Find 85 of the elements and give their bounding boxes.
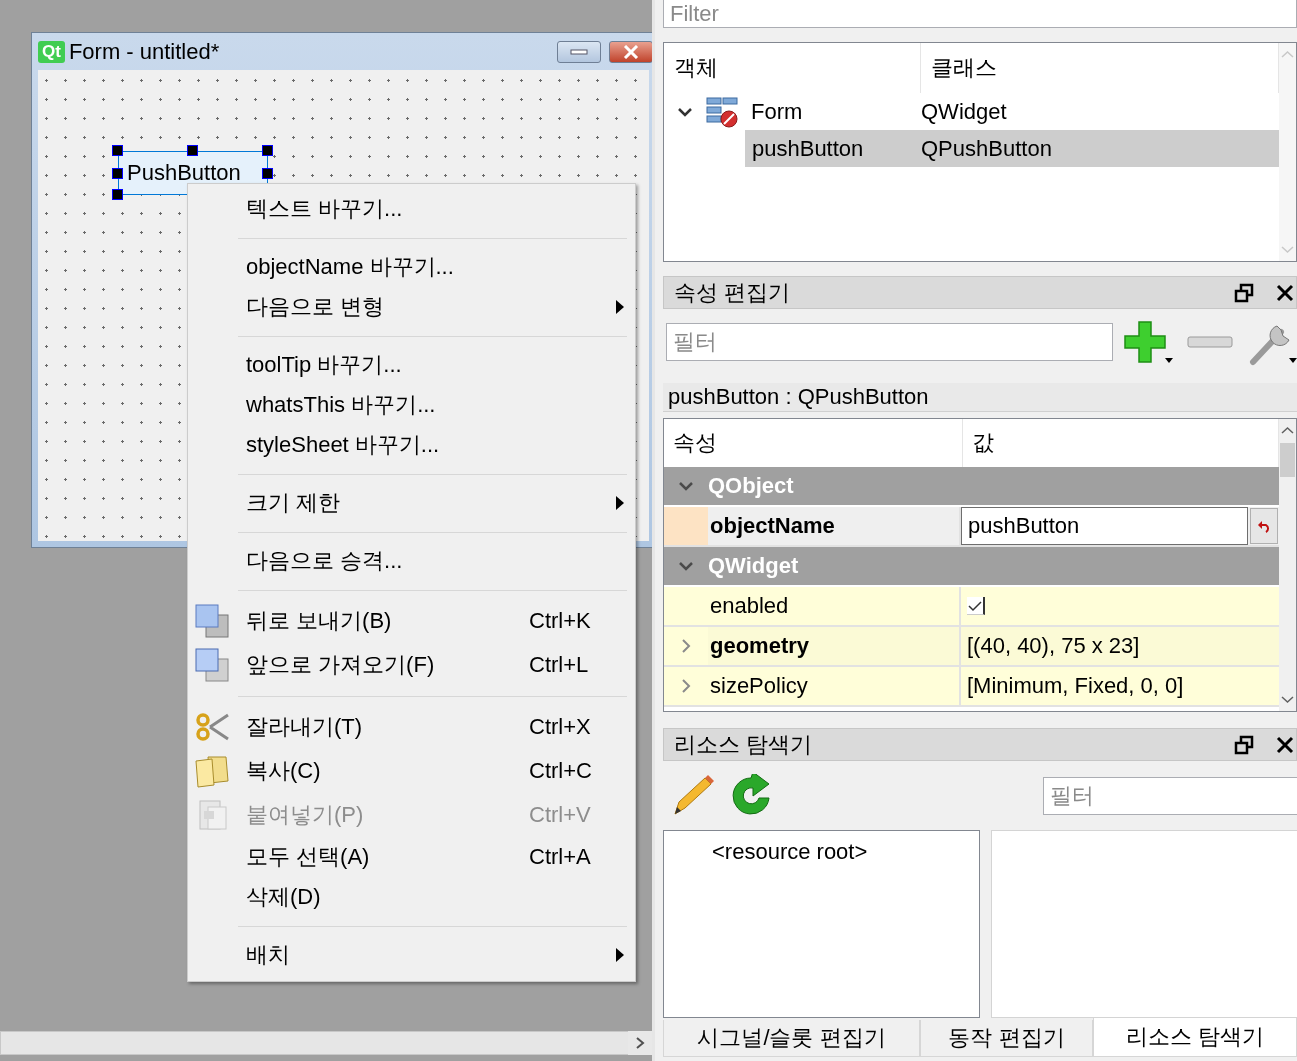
group-name: QObject (708, 473, 794, 499)
resize-handle[interactable] (262, 145, 273, 156)
tree-row[interactable]: Form QWidget (664, 93, 1279, 130)
shortcut-label: Ctrl+V (529, 802, 591, 827)
property-row[interactable]: enabled (664, 587, 1279, 627)
property-value: [(40, 40), 75 x 23] (967, 633, 1140, 659)
menu-item[interactable]: 뒤로 보내기(B) Ctrl+K (188, 599, 635, 643)
shortcut-label: Ctrl+L (529, 652, 589, 677)
property-name: geometry (710, 633, 810, 659)
menu-item[interactable]: 복사(C) Ctrl+C (188, 749, 635, 793)
close-icon[interactable] (1276, 735, 1294, 754)
menu-item[interactable]: objectName 바꾸기... (188, 247, 635, 287)
remove-icon[interactable] (1187, 334, 1233, 350)
object-name: pushButton (752, 135, 864, 162)
minimize-icon (570, 48, 588, 55)
copy-icon (194, 753, 230, 789)
float-icon[interactable] (1234, 734, 1254, 755)
menu-item[interactable]: 앞으로 가져오기(F) Ctrl+L (188, 643, 635, 687)
property-value: [Minimum, Fixed, 0, 0] (967, 673, 1184, 699)
submenu-arrow-icon (615, 495, 625, 511)
vertical-scrollbar[interactable] (1279, 419, 1296, 711)
property-name: objectName (710, 513, 835, 539)
class-name: QWidget (921, 98, 1007, 125)
app-logo: Qt (38, 40, 65, 63)
filter-field[interactable]: 필터 (1043, 776, 1297, 815)
class-name: QPushButton (921, 135, 1052, 162)
shortcut-label: Ctrl+X (529, 714, 591, 739)
shortcut-label: Ctrl+K (529, 608, 591, 633)
filter-field[interactable]: Filter (663, 0, 1297, 28)
menu-item[interactable]: styleSheet 바꾸기... (188, 425, 635, 465)
window-title: Form - untitled* (68, 38, 221, 65)
chevron-up-icon[interactable] (1279, 425, 1296, 435)
property-row[interactable]: objectName pushButton (664, 507, 1279, 547)
shortcut-label: Ctrl+A (529, 844, 591, 869)
resize-handle[interactable] (262, 168, 273, 179)
resize-handle[interactable] (112, 189, 123, 200)
menu-item[interactable]: 잘라내기(T) Ctrl+X (188, 705, 635, 749)
tree-row[interactable]: pushButton QPushButton (745, 130, 1279, 167)
close-icon (623, 44, 639, 59)
column-header[interactable]: 객체 (664, 43, 921, 93)
horizontal-scrollbar[interactable] (0, 1031, 628, 1055)
minimize-button[interactable] (557, 40, 601, 63)
property-name: sizePolicy (710, 673, 808, 699)
close-icon[interactable] (1276, 283, 1294, 302)
tab[interactable]: 리소스 탐색기 (1093, 1018, 1297, 1057)
property-row[interactable]: geometry [(40, 40), 75 x 23] (664, 627, 1279, 667)
object-name: Form (751, 98, 803, 125)
property-row[interactable]: sizePolicy [Minimum, Fixed, 0, 0] (664, 667, 1279, 707)
form-icon (705, 94, 739, 129)
tab[interactable]: 시그널/슬롯 편집기 (663, 1020, 920, 1057)
check-icon (968, 599, 982, 612)
menu-item[interactable]: toolTip 바꾸기... (188, 345, 635, 385)
submenu-arrow-icon (615, 299, 625, 315)
submenu-arrow-icon (615, 947, 625, 963)
dock-title: 속성 편집기 (674, 278, 792, 307)
tree-item[interactable]: <resource root> (712, 839, 868, 864)
scrollbar-thumb[interactable] (1280, 443, 1295, 477)
bring-front-icon (194, 647, 230, 683)
close-button[interactable] (609, 40, 652, 63)
resize-handle[interactable] (187, 145, 198, 156)
menu-item[interactable]: 모두 선택(A) Ctrl+A (188, 837, 635, 877)
property-name: enabled (710, 593, 789, 619)
refresh-icon[interactable] (729, 773, 773, 818)
checkbox[interactable] (967, 597, 985, 615)
undo-arrow-icon (1257, 519, 1271, 533)
resize-handle[interactable] (112, 168, 123, 179)
dock-title: 리소스 탐색기 (674, 730, 814, 759)
resize-handle[interactable] (112, 145, 123, 156)
submenu-item[interactable]: 다음으로 변형 (188, 287, 635, 327)
object-class-label: pushButton : QPushButton (663, 383, 1297, 412)
send-back-icon (194, 603, 230, 639)
group-name: QWidget (708, 553, 799, 579)
chevron-down-icon[interactable] (1279, 695, 1296, 705)
tab[interactable]: 동작 편집기 (920, 1020, 1093, 1057)
value-field[interactable]: pushButton (961, 507, 1248, 545)
menu-item[interactable]: 삭제(D) (188, 877, 635, 917)
menu-item[interactable]: 다음으로 승격... (188, 541, 635, 581)
submenu-item[interactable]: 배치 (188, 935, 635, 975)
filter-field[interactable]: 필터 (666, 323, 1113, 361)
menu-item[interactable]: whatsThis 바꾸기... (188, 385, 635, 425)
float-icon[interactable] (1234, 282, 1254, 303)
submenu-item[interactable]: 크기 제한 (188, 483, 635, 523)
reset-button[interactable] (1250, 508, 1278, 544)
pencil-icon[interactable] (671, 773, 715, 818)
shortcut-label: Ctrl+C (529, 758, 592, 783)
